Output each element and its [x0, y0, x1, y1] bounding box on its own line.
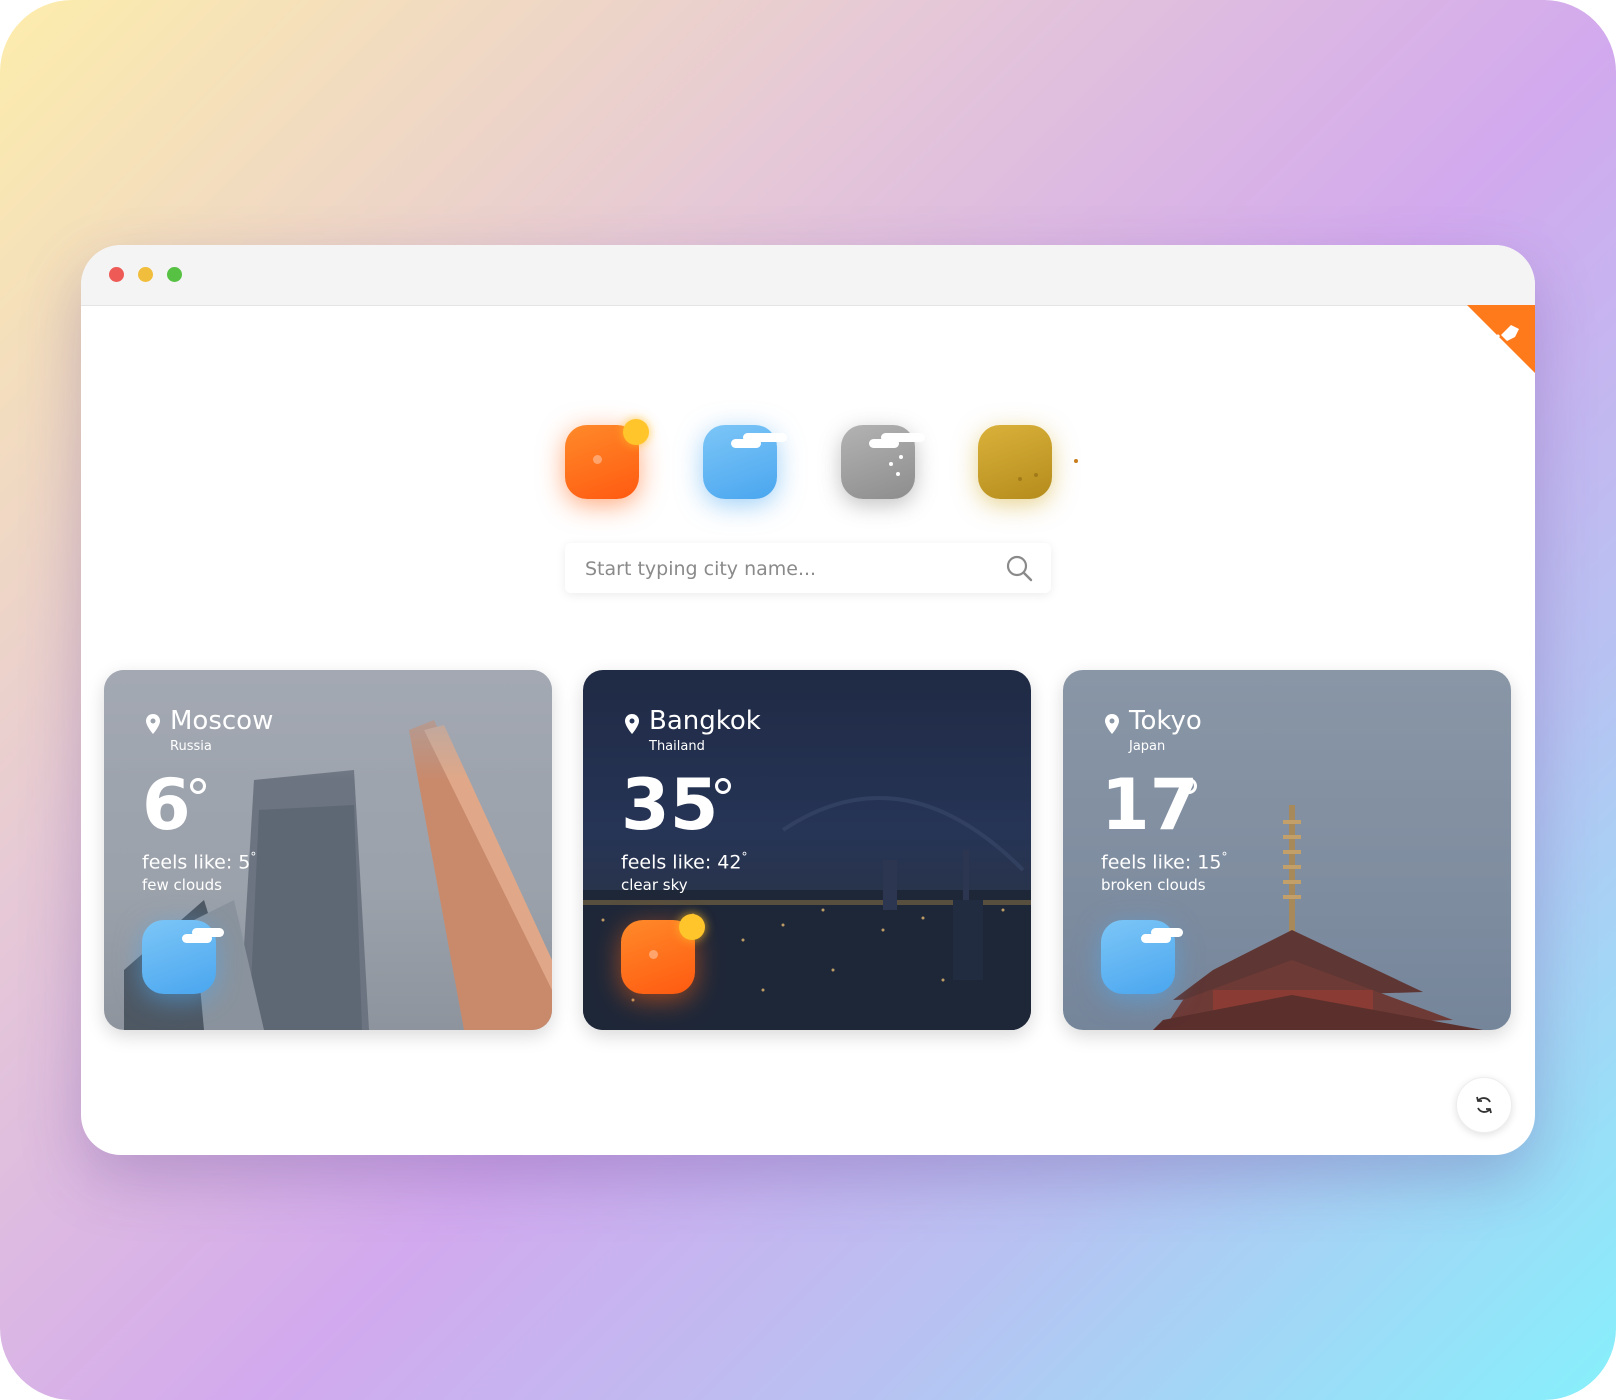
- country-name: Thailand: [649, 739, 705, 754]
- degree-symbol: [1181, 778, 1197, 794]
- cloud-icon: [142, 920, 224, 994]
- search-input[interactable]: [583, 543, 987, 595]
- search-icon[interactable]: [1005, 554, 1033, 582]
- close-dot[interactable]: [109, 267, 124, 282]
- degree-symbol: [190, 778, 206, 794]
- city-card-bangkok[interactable]: Bangkok Thailand 35 feels like: 42° clea…: [583, 670, 1031, 1030]
- browser-window: Moscow Russia 6 feels like: 5° few cloud…: [81, 245, 1535, 1155]
- refresh-button[interactable]: [1456, 1077, 1512, 1133]
- rain-icon[interactable]: [841, 425, 925, 499]
- feels-like: feels like: 15°: [1101, 850, 1228, 874]
- temperature: 17: [1101, 764, 1199, 846]
- city-card-tokyo[interactable]: Tokyo Japan 17 feels like: 15° broken cl…: [1063, 670, 1511, 1030]
- refresh-icon: [1476, 1096, 1492, 1114]
- feels-like: feels like: 42°: [621, 850, 748, 874]
- location-pin-icon: [625, 714, 639, 734]
- city-name: Moscow: [170, 706, 274, 736]
- haze-icon[interactable]: [978, 425, 1078, 499]
- temperature: 6: [142, 764, 191, 846]
- country-name: Russia: [170, 739, 212, 754]
- city-card-moscow[interactable]: Moscow Russia 6 feels like: 5° few cloud…: [104, 670, 552, 1030]
- city-name: Tokyo: [1129, 706, 1202, 736]
- country-name: Japan: [1129, 739, 1166, 754]
- weather-icons-row: [81, 419, 1535, 505]
- search-box[interactable]: [565, 543, 1051, 595]
- temperature: 35: [621, 764, 719, 846]
- background: Moscow Russia 6 feels like: 5° few cloud…: [0, 0, 1616, 1400]
- weather-description: broken clouds: [1101, 876, 1206, 894]
- maximize-dot[interactable]: [167, 267, 182, 282]
- minimize-dot[interactable]: [138, 267, 153, 282]
- location-pin-icon: [146, 714, 160, 734]
- degree-symbol: [715, 778, 731, 794]
- city-name: Bangkok: [649, 706, 761, 736]
- feels-like: feels like: 5°: [142, 850, 257, 874]
- weather-description: clear sky: [621, 876, 688, 894]
- cloud-icon: [1101, 920, 1183, 994]
- location-pin-icon: [1105, 714, 1119, 734]
- title-bar: [81, 245, 1535, 306]
- sun-icon[interactable]: [565, 419, 649, 499]
- fork-icon[interactable]: [1467, 305, 1535, 373]
- weather-description: few clouds: [142, 876, 222, 894]
- sun-icon: [621, 914, 705, 994]
- cloud-icon[interactable]: [703, 425, 787, 499]
